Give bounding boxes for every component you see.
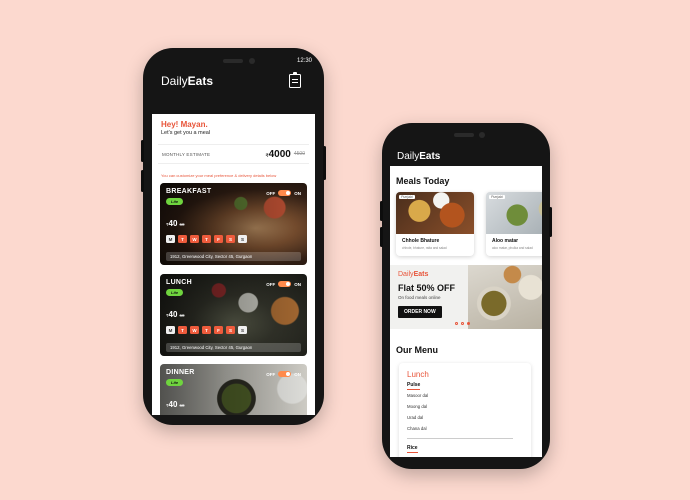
promo-headline: Flat 50% OFF — [398, 283, 456, 293]
meal-title: DINNER — [166, 369, 195, 376]
monthly-estimate: MONTHLY ESTIMATE ₹4000 4500 — [158, 144, 309, 164]
divider — [407, 438, 513, 439]
meals-today-title: Meals Today — [396, 176, 450, 186]
meal-tag: Lite — [166, 198, 184, 205]
menu-item: Moong dal — [407, 404, 428, 409]
meal-desc: aloo matar, phulka and salad — [492, 246, 533, 250]
day-selector: M T W T F S S — [166, 235, 247, 243]
day-toggle[interactable]: T — [202, 326, 211, 334]
meal-price: ₹40 60 — [166, 400, 185, 409]
carousel-dots — [455, 322, 470, 325]
day-toggle[interactable]: M — [166, 235, 175, 243]
meal-desc: chhole, bhature, raita and salad — [402, 246, 447, 250]
estimate-label: MONTHLY ESTIMATE — [162, 151, 211, 157]
meal-price: ₹40 60 — [166, 219, 185, 228]
day-toggle[interactable]: S — [238, 235, 247, 243]
cuisine-badge: Punjabi — [489, 195, 505, 199]
order-now-button[interactable]: ORDER NOW — [398, 306, 442, 318]
phone-left: 12:30 DailyEats Hey! Mayan. Let's get yo… — [141, 48, 326, 425]
clipboard-icon[interactable] — [289, 72, 301, 88]
day-toggle[interactable]: S — [226, 326, 235, 334]
carousel-dot[interactable] — [461, 322, 464, 325]
meal-today-card[interactable]: Punjabi Aloo matar aloo matar, phulka an… — [486, 192, 542, 256]
menu-item: Chana dal — [407, 426, 427, 431]
day-toggle[interactable]: F — [214, 326, 223, 334]
menu-category: Pulse — [407, 382, 421, 390]
day-toggle[interactable]: W — [190, 235, 199, 243]
meal-title: BREAKFAST — [166, 188, 212, 195]
meal-price: ₹40 60 — [166, 310, 185, 319]
meal-card-lunch[interactable]: LUNCH Lite OFF ON ₹40 60 M T W T F S S 19… — [160, 274, 307, 356]
estimate-old-value: 4500 — [293, 151, 305, 157]
day-toggle[interactable]: F — [214, 235, 223, 243]
app-logo: DailyEats — [397, 151, 441, 162]
day-toggle[interactable]: W — [190, 326, 199, 334]
screen: Hey! Mayan. Let's get you a meal MONTHLY… — [152, 114, 315, 415]
delivery-address[interactable]: 1912, Greenwood City, Sector 45, Gurgaon — [166, 343, 301, 352]
menu-category: Rice — [407, 445, 418, 453]
meal-card-dinner[interactable]: DINNER Lite OFF ON ₹4060 M T W T F S S — [160, 364, 307, 415]
promo-food-image — [468, 265, 542, 329]
day-toggle[interactable]: T — [202, 235, 211, 243]
phone-right: DailyEats Meals Today Punjabi Chhole Bha… — [380, 123, 552, 469]
our-menu-title: Our Menu — [396, 345, 438, 355]
meal-toggle[interactable]: OFF ON — [266, 281, 301, 287]
menu-item: Masoor dal — [407, 393, 429, 398]
meal-tag: Lite — [166, 289, 184, 296]
day-toggle[interactable]: M — [166, 326, 175, 334]
meal-name: Aloo matar — [492, 238, 519, 244]
day-toggle[interactable]: T — [178, 326, 187, 334]
menu-meal-title: Lunch — [407, 370, 429, 379]
estimate-value: ₹4000 — [265, 148, 291, 160]
day-toggle[interactable]: S — [238, 326, 247, 334]
app-logo: DailyEats — [161, 74, 214, 88]
greeting-subtitle: Let's get you a meal — [161, 130, 211, 136]
meal-toggle[interactable]: OFF ON — [266, 190, 301, 196]
meal-toggle[interactable]: OFF ON — [266, 371, 301, 377]
menu-card: Lunch Pulse Masoor dal Moong dal Urad da… — [399, 363, 531, 457]
promo-banner[interactable]: DailyEats Flat 50% OFF On food meals onl… — [390, 265, 542, 329]
menu-item: Urad dal — [407, 415, 424, 420]
greeting-title: Hey! Mayan. — [161, 120, 208, 129]
promo-subline: On food meals online — [398, 295, 441, 300]
day-toggle[interactable]: S — [226, 235, 235, 243]
customize-note: You can customize your meal preference &… — [161, 173, 277, 178]
meal-card-breakfast[interactable]: BREAKFAST Lite OFF ON ₹40 60 M T W T F S … — [160, 183, 307, 265]
meal-title: LUNCH — [166, 279, 192, 286]
meal-name: Chhole Bhature — [402, 238, 440, 244]
day-selector: M T W T F S S — [166, 326, 247, 334]
meal-tag: Lite — [166, 379, 184, 386]
day-toggle[interactable]: T — [178, 235, 187, 243]
delivery-address[interactable]: 1912, Greenwood City, Sector 45, Gurgaon — [166, 252, 301, 261]
meal-today-card[interactable]: Punjabi Chhole Bhature chhole, bhature, … — [396, 192, 474, 256]
greeting: Hey! Mayan. Let's get you a meal — [161, 120, 210, 136]
carousel-dot[interactable] — [455, 322, 458, 325]
status-time: 12:30 — [296, 58, 312, 64]
screen: Meals Today Punjabi Chhole Bhature chhol… — [390, 166, 542, 457]
cuisine-badge: Punjabi — [399, 195, 415, 199]
promo-brand: DailyEats — [398, 271, 429, 278]
carousel-dot[interactable] — [467, 322, 470, 325]
